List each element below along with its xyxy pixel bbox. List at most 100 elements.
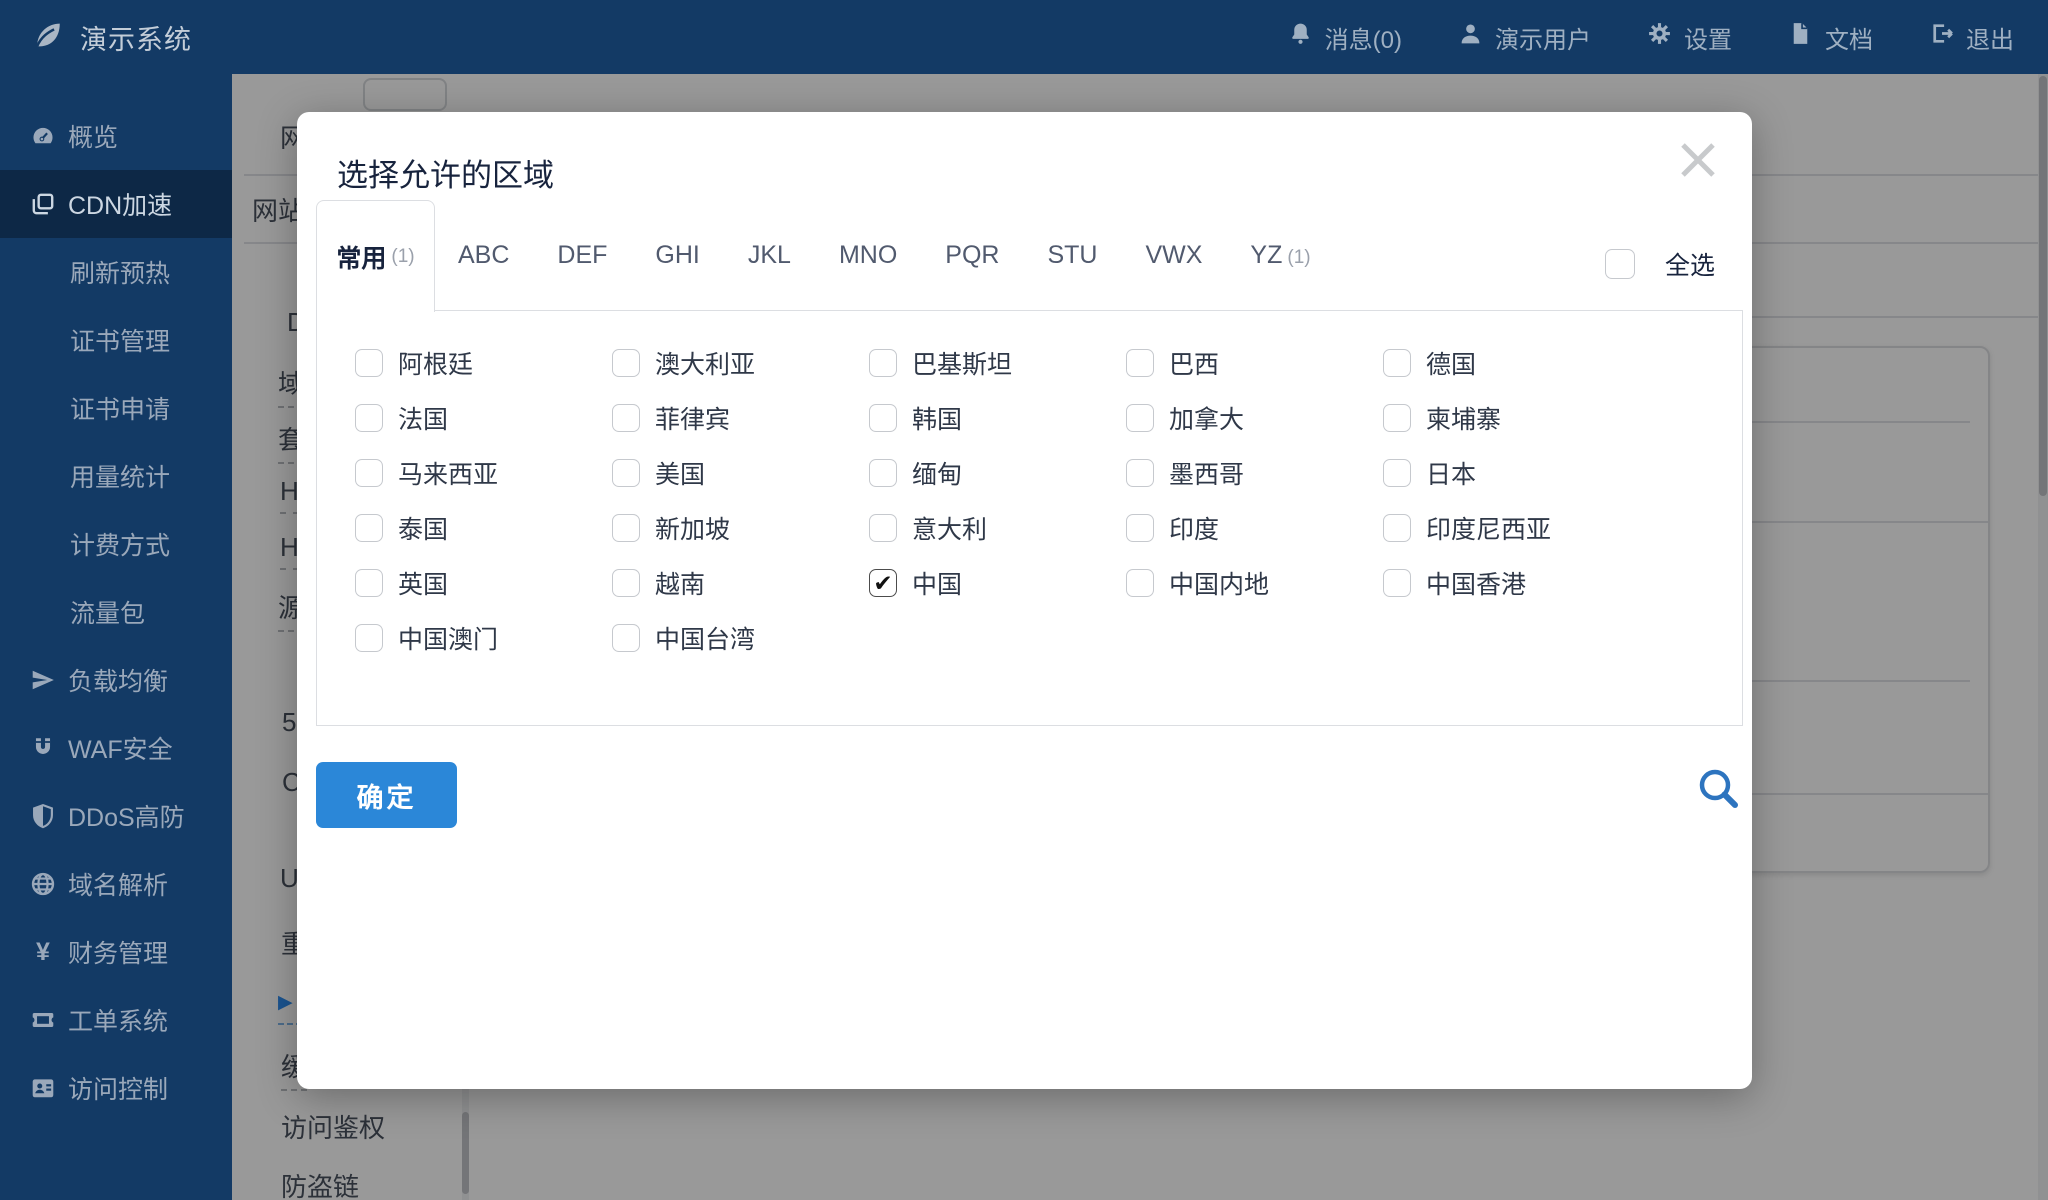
checkbox[interactable] [1126,513,1154,542]
region-checkbox-巴西[interactable]: 巴西 [1126,335,1383,390]
tab-bar: ABC DEF GHI JKL MNO PQR STU VWX YZ (1) [434,200,1335,311]
sidebar-item-概览[interactable]: 概览 [0,102,232,170]
nav-item-4[interactable]: 文档 [1788,20,1873,55]
checkbox[interactable] [1126,403,1154,432]
sidebar-item-负载均衡[interactable]: 负载均衡 [0,646,232,714]
select-all-checkbox[interactable]: 全选 [1605,246,1715,282]
region-checkbox-菲律宾[interactable]: 菲律宾 [612,390,869,445]
tab-JKL[interactable]: JKL [724,241,815,270]
sidebar-item-证书申请[interactable]: 证书申请 [0,374,232,442]
region-checkbox-阿根廷[interactable]: 阿根廷 [355,335,612,390]
region-checkbox-越南[interactable]: 越南 [612,555,869,610]
tab-MNO[interactable]: MNO [815,241,921,270]
region-checkbox-澳大利亚[interactable]: 澳大利亚 [612,335,869,390]
checkbox[interactable] [1383,348,1411,377]
region-select-modal: 选择允许的区域 常用 (1) ABC DEF GHI JKL MNO PQR STU VWX Y… [297,112,1752,1089]
region-checkbox-印度[interactable]: 印度 [1126,500,1383,555]
tab-GHI[interactable]: GHI [631,241,723,270]
nav-item-2[interactable]: 演示用户 [1458,20,1591,55]
sidebar-item-CDN加速[interactable]: CDN加速 [0,170,232,238]
leaf-icon [30,18,64,57]
sidebar-item-label: 用量统计 [70,464,171,492]
checkbox[interactable] [612,348,640,377]
checkbox[interactable] [1383,458,1411,487]
checkbox[interactable] [1383,513,1411,542]
checkbox[interactable] [355,403,383,432]
sidebar-item-计费方式[interactable]: 计费方式 [0,510,232,578]
region-checkbox-法国[interactable]: 法国 [355,390,612,445]
checkbox[interactable] [355,458,383,487]
checkbox[interactable] [355,623,383,652]
idcard-icon [30,1075,56,1101]
region-checkbox-印度尼西亚[interactable]: 印度尼西亚 [1383,500,1640,555]
checkbox[interactable] [869,458,897,487]
sidebar-item-label: 证书管理 [70,328,171,356]
region-checkbox-中国[interactable]: ✔ 中国 [869,555,1126,610]
region-checkbox-美国[interactable]: 美国 [612,445,869,500]
region-checkbox-马来西亚[interactable]: 马来西亚 [355,445,612,500]
checkbox[interactable] [869,348,897,377]
region-checkbox-德国[interactable]: 德国 [1383,335,1640,390]
region-checkbox-加拿大[interactable]: 加拿大 [1126,390,1383,445]
region-checkbox-韩国[interactable]: 韩国 [869,390,1126,445]
region-checkbox-缅甸[interactable]: 缅甸 [869,445,1126,500]
user-icon [1458,21,1483,53]
region-checkbox-中国香港[interactable]: 中国香港 [1383,555,1640,610]
sidebar-item-工单系统[interactable]: 工单系统 [0,986,232,1054]
region-checkbox-墨西哥[interactable]: 墨西哥 [1126,445,1383,500]
tab-VWX[interactable]: VWX [1121,241,1226,270]
checkbox[interactable] [612,568,640,597]
tab-PQR[interactable]: PQR [921,241,1023,270]
checkbox[interactable] [1126,348,1154,377]
tab-ABC[interactable]: ABC [434,241,533,270]
checkbox[interactable] [355,513,383,542]
screen: 网网站D域套HH源5CU重▶W缓访问鉴权防盗链 演示系统 消息(0)演示用户设置… [0,0,2048,1200]
checkbox[interactable] [355,348,383,377]
brand[interactable]: 演示系统 [30,18,192,57]
sidebar-item-流量包[interactable]: 流量包 [0,578,232,646]
checkbox[interactable] [1605,249,1635,279]
region-checkbox-意大利[interactable]: 意大利 [869,500,1126,555]
checkbox[interactable] [612,623,640,652]
sidebar-item-财务管理[interactable]: ¥ 财务管理 [0,918,232,986]
region-checkbox-巴基斯坦[interactable]: 巴基斯坦 [869,335,1126,390]
tab-changyong[interactable]: 常用 (1) [316,200,435,312]
region-checkbox-中国内地[interactable]: 中国内地 [1126,555,1383,610]
checkbox[interactable] [1126,458,1154,487]
sidebar-item-访问控制[interactable]: 访问控制 [0,1054,232,1122]
region-checkbox-日本[interactable]: 日本 [1383,445,1640,500]
region-checkbox-柬埔寨[interactable]: 柬埔寨 [1383,390,1640,445]
confirm-button[interactable]: 确定 [316,762,457,828]
sidebar-item-用量统计[interactable]: 用量统计 [0,442,232,510]
search-icon[interactable] [1695,766,1745,816]
sidebar-item-label: 财务管理 [68,940,169,968]
sidebar-item-域名解析[interactable]: 域名解析 [0,850,232,918]
region-checkbox-英国[interactable]: 英国 [355,555,612,610]
sidebar-item-WAF安全[interactable]: WAF安全 [0,714,232,782]
checkbox[interactable] [612,403,640,432]
nav-item-5[interactable]: 退出 [1929,20,2014,55]
checkbox[interactable] [612,458,640,487]
region-checkbox-中国台湾[interactable]: 中国台湾 [612,610,869,665]
sidebar-item-DDoS高防[interactable]: DDoS高防 [0,782,232,850]
checkbox[interactable] [869,403,897,432]
checkbox[interactable] [1383,568,1411,597]
nav-item-3[interactable]: 设置 [1647,20,1732,55]
sidebar-item-刷新预热[interactable]: 刷新预热 [0,238,232,306]
checkbox[interactable] [1383,403,1411,432]
checkbox[interactable] [612,513,640,542]
checkbox[interactable] [1126,568,1154,597]
tab-DEF[interactable]: DEF [533,241,631,270]
tab-YZ[interactable]: YZ (1) [1226,241,1334,270]
sidebar-item-证书管理[interactable]: 证书管理 [0,306,232,374]
checked-checkbox[interactable]: ✔ [869,568,897,597]
region-checkbox-新加坡[interactable]: 新加坡 [612,500,869,555]
region-checkbox-中国澳门[interactable]: 中国澳门 [355,610,612,665]
nav-item-1[interactable]: 消息(0) [1288,20,1402,55]
checkbox[interactable] [869,513,897,542]
region-checkbox-泰国[interactable]: 泰国 [355,500,612,555]
close-icon[interactable] [1674,136,1722,184]
tab-STU[interactable]: STU [1023,241,1121,270]
checkbox[interactable] [355,568,383,597]
ticket-icon [30,1007,56,1033]
